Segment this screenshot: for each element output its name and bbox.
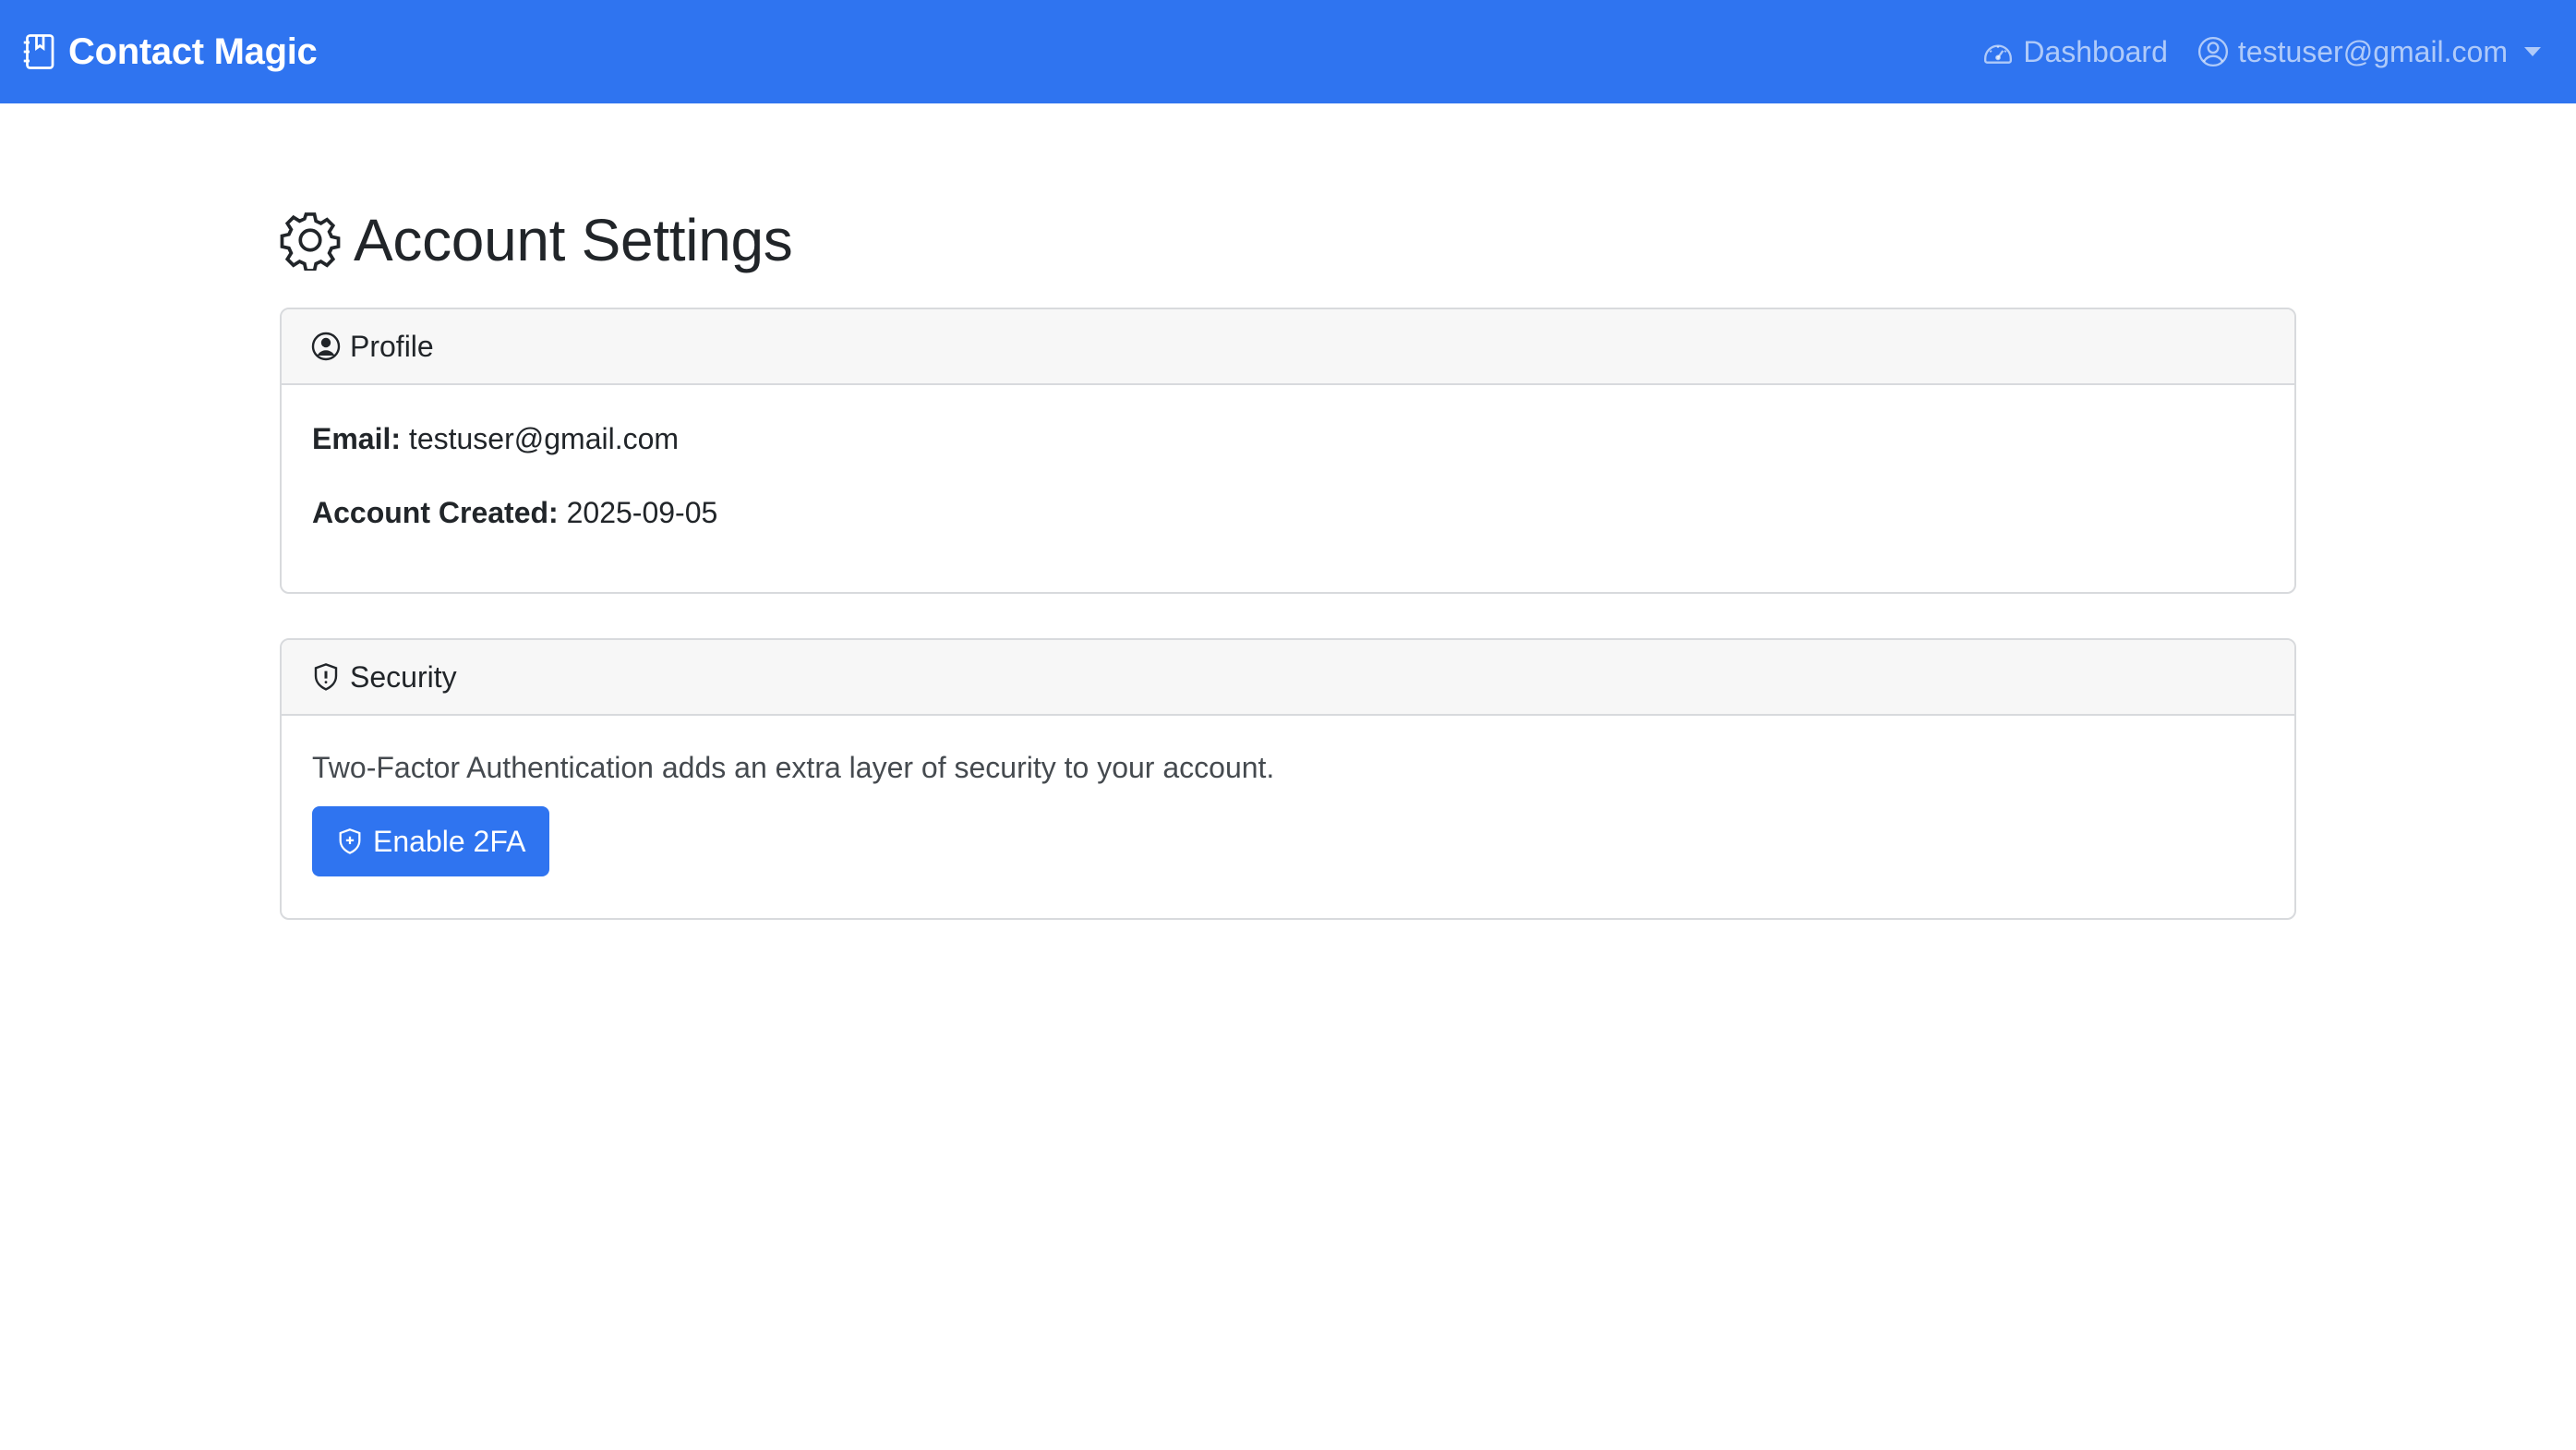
enable-2fa-label: Enable 2FA: [373, 824, 526, 858]
account-created-value: 2025-09-05: [566, 496, 718, 529]
user-email: testuser@gmail.com: [2237, 34, 2508, 68]
security-card: Security Two-Factor Authentication adds …: [280, 638, 2296, 920]
nav-dashboard-label: Dashboard: [2023, 34, 2168, 68]
speedometer-icon: [1982, 36, 2014, 67]
person-circle-icon: [311, 332, 341, 361]
two-factor-description: Two-Factor Authentication adds an extra …: [312, 751, 1275, 784]
page-title-text: Account Settings: [354, 207, 793, 273]
nav-dashboard-link[interactable]: Dashboard: [1982, 35, 2168, 69]
main-content: Account Settings Profile Email: testuser…: [280, 103, 2296, 920]
enable-2fa-button[interactable]: Enable 2FA: [312, 806, 550, 876]
journal-bookmark-icon: [20, 31, 57, 72]
shield-exclamation-icon: [311, 662, 341, 692]
user-dropdown-toggle[interactable]: testuser@gmail.com: [2197, 35, 2541, 69]
top-navbar: Contact Magic Dashboard testuser@gmail.c…: [0, 0, 2576, 103]
gear-icon: [280, 210, 341, 271]
shield-plus-icon: [336, 828, 364, 855]
page-title: Account Settings: [280, 194, 2296, 286]
profile-card: Profile Email: testuser@gmail.com Accoun…: [280, 308, 2296, 594]
email-label: Email:: [312, 422, 402, 455]
security-card-body: Two-Factor Authentication adds an extra …: [282, 716, 2294, 876]
profile-created-row: Account Created: 2025-09-05: [312, 492, 2264, 533]
brand-link[interactable]: Contact Magic: [20, 30, 318, 73]
profile-email-row: Email: testuser@gmail.com: [312, 418, 2264, 459]
chevron-down-icon: [2524, 47, 2541, 56]
email-value: testuser@gmail.com: [408, 422, 680, 455]
security-card-header: Security: [282, 640, 2294, 716]
navbar-right: Dashboard testuser@gmail.com: [1982, 35, 2541, 69]
security-header-label: Security: [350, 659, 457, 694]
brand-name: Contact Magic: [68, 30, 318, 72]
person-circle-icon: [2197, 36, 2229, 67]
profile-header-label: Profile: [350, 329, 434, 363]
profile-card-header: Profile: [282, 309, 2294, 385]
account-created-label: Account Created:: [312, 496, 559, 529]
profile-card-body: Email: testuser@gmail.com Account Create…: [282, 385, 2294, 533]
